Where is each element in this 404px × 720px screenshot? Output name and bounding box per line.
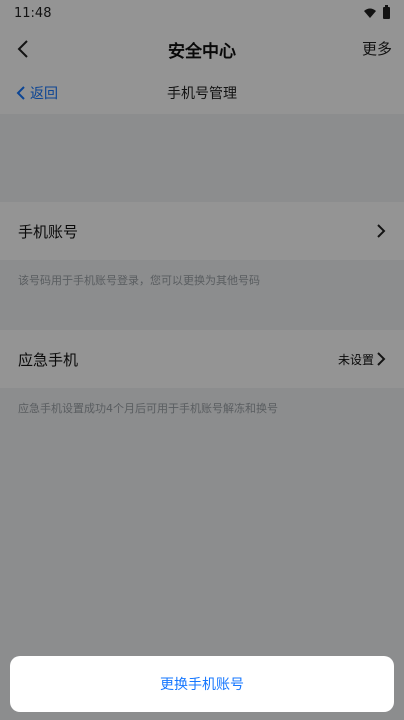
bottom-sheet: 更换手机账号 [10,656,394,712]
modal-overlay[interactable] [0,0,404,720]
change-phone-account-button[interactable]: 更换手机账号 [160,674,244,694]
